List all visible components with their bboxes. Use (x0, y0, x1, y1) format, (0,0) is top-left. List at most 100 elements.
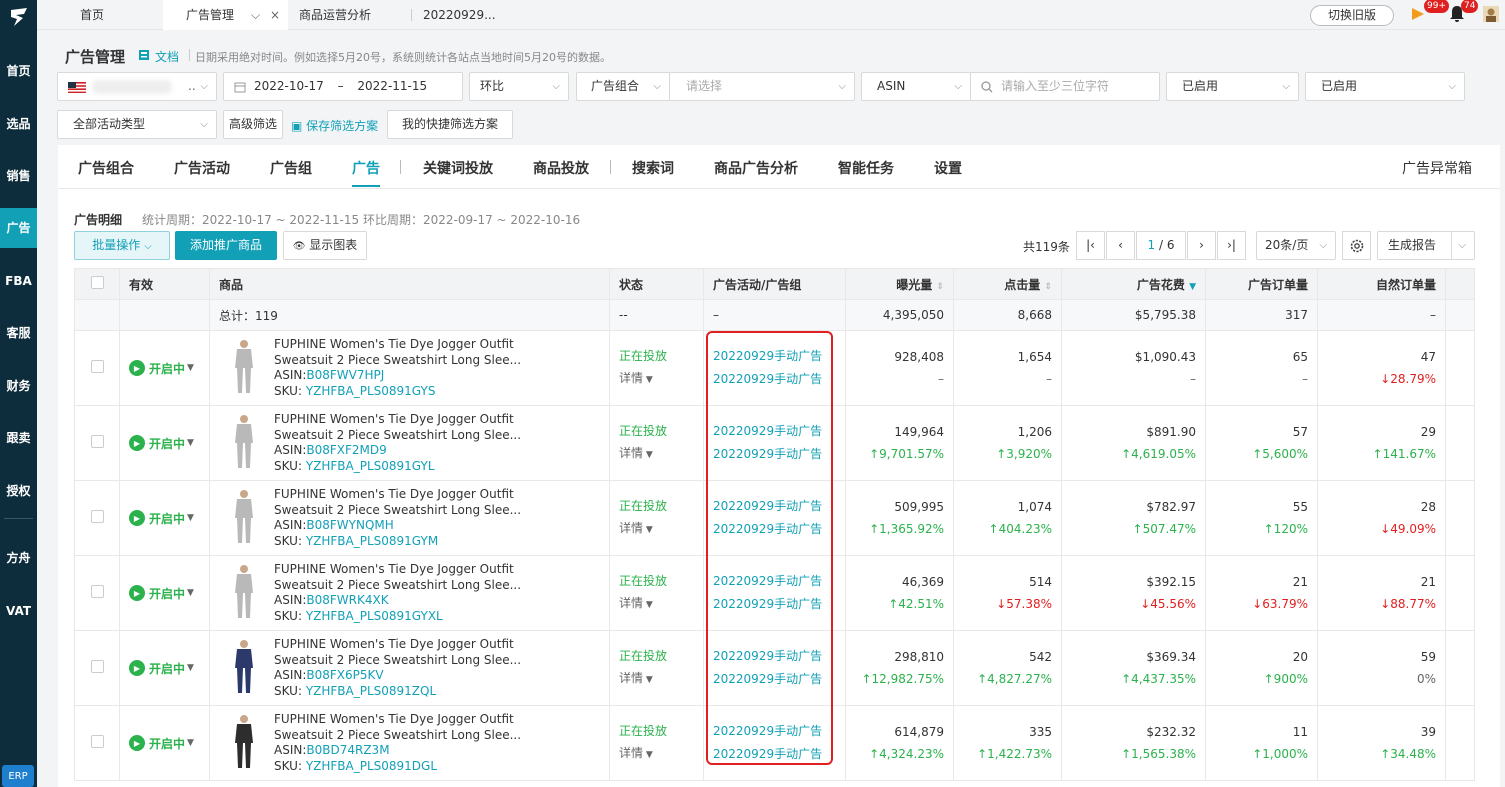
chevron-down-icon[interactable]: ⌵ (251, 0, 260, 30)
avatar[interactable] (1483, 6, 1499, 22)
doc-link[interactable]: 文档 (155, 48, 179, 65)
row-checkbox[interactable] (90, 510, 104, 523)
caret-down-icon[interactable]: ▼ (187, 438, 194, 448)
portfolio-type-select[interactable]: 广告组合 ⌵ (576, 72, 670, 101)
valid-cell[interactable]: ▶ 开启中 ▼ (119, 555, 210, 631)
sku-link[interactable]: YZHFBA_PLS0891DGL (306, 759, 437, 773)
row-select-cell[interactable] (74, 555, 120, 631)
advanced-filter-button[interactable]: 高级筛选 (223, 110, 283, 139)
asin-link[interactable]: B08FWRK4XK (306, 593, 388, 607)
ad-group-link[interactable]: 20220929手动广告 (713, 743, 836, 766)
tab-search-terms[interactable]: 搜索词 (632, 158, 674, 178)
campaign-link[interactable]: 20220929手动广告 (713, 345, 836, 368)
sidebar-item-sales[interactable]: 销售 (0, 156, 37, 196)
brand-logo-icon[interactable] (8, 6, 30, 28)
asin-link[interactable]: B08FXF2MD9 (306, 443, 386, 457)
row-checkbox[interactable] (90, 360, 104, 373)
valid-cell[interactable]: ▶ 开启中 ▼ (119, 480, 210, 556)
ad-group-link[interactable]: 20220929手动广告 (713, 443, 836, 466)
enabled-toggle[interactable]: ▶ 开启中 ▼ (129, 660, 200, 677)
enabled-toggle[interactable]: ▶ 开启中 ▼ (129, 585, 200, 602)
sidebar-item-service[interactable]: 客服 (0, 313, 37, 353)
sidebar-item-follow-sell[interactable]: 跟卖 (0, 418, 37, 458)
sku-link[interactable]: YZHFBA_PLS0891ZQL (306, 684, 436, 698)
next-page-button[interactable]: › (1187, 231, 1216, 260)
date-range-picker[interactable]: 2022-10-17 – 2022-11-15 (223, 72, 463, 101)
campaign-link[interactable]: 20220929手动广告 (713, 420, 836, 443)
sidebar-item-home[interactable]: 首页 (0, 51, 37, 91)
sidebar-item-authorization[interactable]: 授权 (0, 471, 37, 511)
tab-ad[interactable]: 广告 (352, 158, 380, 187)
page-size-select[interactable]: 20条/页 ⌵ (1256, 231, 1336, 260)
page-indicator[interactable]: 1 / 6 (1136, 231, 1186, 260)
tab-campaign[interactable]: 广告活动 (174, 158, 230, 178)
tab-keyword-targeting[interactable]: 关键词投放 (423, 158, 493, 178)
caret-down-icon[interactable]: ▼ (187, 588, 194, 598)
compare-select[interactable]: 环比 ⌵ (469, 72, 569, 101)
sku-link[interactable]: YZHFBA_PLS0891GYM (306, 534, 438, 548)
header-clicks[interactable]: 点击量 ⇕ (953, 268, 1062, 300)
product-thumbnail[interactable] (228, 637, 260, 697)
tab-settings[interactable]: 设置 (934, 158, 962, 178)
sidebar-item-selection[interactable]: 选品 (0, 104, 37, 144)
row-select-cell[interactable] (74, 630, 120, 706)
asin-link[interactable]: B08FX6P5KV (306, 668, 383, 682)
my-filter-plans-button[interactable]: 我的快捷筛选方案 (387, 110, 513, 139)
anomaly-box-link[interactable]: 广告异常箱 (1402, 158, 1472, 178)
caret-down-icon[interactable]: ▼ (187, 738, 194, 748)
sort-desc-icon[interactable]: ▼ (1189, 282, 1196, 292)
caret-down-icon[interactable]: ▼ (187, 513, 194, 523)
header-spend[interactable]: 广告花费 ▼ (1061, 268, 1206, 300)
sidebar-item-finance[interactable]: 财务 (0, 366, 37, 406)
enabled-toggle[interactable]: ▶ 开启中 ▼ (129, 435, 200, 452)
add-promoted-product-button[interactable]: 添加推广商品 (175, 231, 277, 260)
erp-button[interactable]: ERP (2, 765, 34, 787)
tab-campaign-20220929[interactable]: 20220929... (423, 0, 496, 30)
detail-dropdown[interactable]: 详情 ▼ (619, 367, 694, 391)
column-settings-button[interactable] (1342, 231, 1371, 260)
enabled-toggle[interactable]: ▶ 开启中 ▼ (129, 735, 200, 752)
campaign-link[interactable]: 20220929手动广告 (713, 495, 836, 518)
product-thumbnail[interactable] (228, 487, 260, 547)
first-page-button[interactable]: |‹ (1076, 231, 1105, 260)
show-chart-button[interactable]: 👁 显示图表 (283, 231, 367, 260)
generate-report-button[interactable]: 生成报告 ⌵ (1377, 231, 1475, 260)
select-all-checkbox[interactable] (90, 276, 104, 289)
ad-group-link[interactable]: 20220929手动广告 (713, 593, 836, 616)
product-thumbnail[interactable] (228, 562, 260, 622)
valid-cell[interactable]: ▶ 开启中 ▼ (119, 630, 210, 706)
tab-ad-group[interactable]: 广告组 (270, 158, 312, 178)
sku-link[interactable]: YZHFBA_PLS0891GYS (306, 384, 436, 398)
batch-operation-button[interactable]: 批量操作 ⌵ (74, 231, 170, 260)
header-impressions[interactable]: 曝光量 ⇕ (845, 268, 954, 300)
row-select-cell[interactable] (74, 330, 120, 406)
enabled-toggle[interactable]: ▶ 开启中 ▼ (129, 360, 200, 377)
search-input[interactable]: 请输入至少三位字符 (970, 72, 1160, 101)
tab-portfolio[interactable]: 广告组合 (78, 158, 134, 178)
campaign-link[interactable]: 20220929手动广告 (713, 645, 836, 668)
close-icon[interactable]: × (270, 0, 280, 30)
sku-link[interactable]: YZHFBA_PLS0891GYL (306, 459, 435, 473)
detail-dropdown[interactable]: 详情 ▼ (619, 742, 694, 766)
valid-cell[interactable]: ▶ 开启中 ▼ (119, 705, 210, 781)
asin-link[interactable]: B0BD74RZ3M (306, 743, 389, 757)
caret-down-icon[interactable]: ▼ (187, 363, 194, 373)
sidebar-item-vat[interactable]: VAT (0, 591, 37, 631)
portfolio-select[interactable]: 请选择 ⌵ (669, 72, 855, 101)
valid-cell[interactable]: ▶ 开启中 ▼ (119, 405, 210, 481)
row-checkbox[interactable] (90, 585, 104, 598)
tab-home[interactable]: 首页 (80, 0, 160, 30)
tab-product-ad-analysis[interactable]: 商品广告分析 (714, 158, 798, 178)
status-select-1[interactable]: 已启用 ⌵ (1166, 72, 1299, 101)
product-thumbnail[interactable] (228, 712, 260, 772)
sidebar-item-ark[interactable]: 方舟 (0, 538, 37, 578)
detail-dropdown[interactable]: 详情 ▼ (619, 442, 694, 466)
switch-old-version-button[interactable]: 切换旧版 (1310, 5, 1394, 26)
tab-ad-management[interactable]: 广告管理 ⌵ × (163, 0, 288, 30)
ad-group-link[interactable]: 20220929手动广告 (713, 668, 836, 691)
campaign-link[interactable]: 20220929手动广告 (713, 570, 836, 593)
detail-dropdown[interactable]: 详情 ▼ (619, 592, 694, 616)
campaign-link[interactable]: 20220929手动广告 (713, 720, 836, 743)
status-select-2[interactable]: 已启用 ⌵ (1305, 72, 1465, 101)
asin-link[interactable]: B08FWYNQMH (306, 518, 393, 532)
